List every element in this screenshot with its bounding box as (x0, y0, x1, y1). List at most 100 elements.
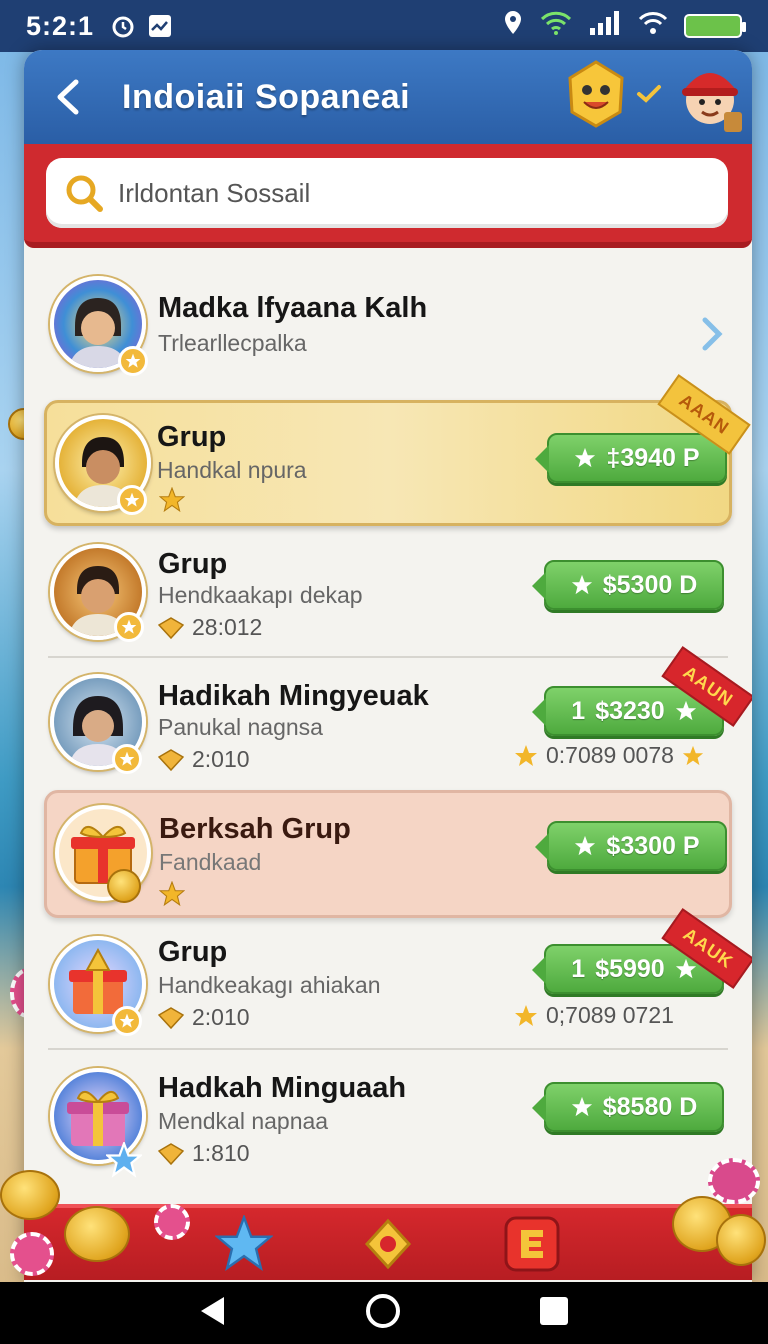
row-name: Grup (158, 936, 228, 968)
mascot-icon (564, 58, 628, 133)
system-home-button[interactable] (364, 1292, 402, 1335)
star-icon (159, 881, 185, 907)
row-meta: 1:810 (158, 1140, 250, 1167)
gem-icon (158, 748, 184, 771)
activity-icon (148, 14, 172, 38)
menu-e-icon (504, 1216, 560, 1272)
back-triangle-icon (201, 1296, 224, 1325)
list-item-featured[interactable]: Berksah Grup Fandkaad $3300 P (44, 790, 732, 918)
row-meta-right-value: 0;7089 0721 (546, 1002, 674, 1028)
coin-icon (0, 1170, 60, 1220)
reward-label: $3230 (595, 696, 665, 725)
map-pin-icon (364, 1218, 412, 1270)
star-badge-icon (112, 744, 142, 774)
list-item[interactable]: Hadkah Minguaah Mendkal napnaa 1:810 $85… (24, 1054, 752, 1184)
system-nav-bar (0, 1282, 768, 1344)
coin-icon (64, 1206, 130, 1262)
star-icon (515, 1004, 537, 1026)
nav-menu-button[interactable] (500, 1212, 564, 1276)
system-recents-button[interactable] (538, 1295, 570, 1332)
reward-button[interactable]: $3300 P (535, 821, 727, 871)
row-subtitle: Trlearllecpalka (158, 330, 307, 356)
row-meta: 28:012 (158, 614, 262, 641)
row-subtitle: Handkal npura (157, 457, 307, 483)
row-meta: 2:010 (158, 1004, 250, 1031)
star-icon (575, 835, 596, 856)
list-item[interactable]: Grup Hendkaakapı dekap 28:012 $5300 D (24, 534, 752, 656)
search-bar-container: Irldontan Sossail (24, 144, 752, 248)
star-icon (571, 1096, 592, 1117)
home-icon (366, 1293, 400, 1328)
battery-icon (684, 14, 746, 38)
row-name: Madka lfyaana Kalh (158, 292, 428, 324)
list-item[interactable]: Grup Handkeakagı ahiakan 2:010 1 $5990 0… (24, 922, 752, 1048)
star-badge-icon (114, 612, 144, 642)
list-item-featured[interactable]: Grup Handkal npura ‡3940 P (44, 400, 732, 526)
list-item[interactable]: Hadikah Mingyeuak Panukal nagnsa 2:010 1… (24, 662, 752, 788)
star-icon (215, 1215, 273, 1272)
chip-icon (154, 1204, 190, 1240)
reward-label: $8580 D (602, 1092, 698, 1121)
coin-icon (107, 869, 141, 903)
star-icon (575, 447, 596, 468)
divider (48, 1048, 728, 1050)
search-input[interactable]: Irldontan Sossail (46, 158, 728, 228)
bottom-nav (24, 1204, 752, 1280)
row-subtitle: Fandkaad (159, 849, 262, 875)
row-subtitle: Mendkal napnaa (158, 1108, 329, 1134)
reward-button[interactable]: $5300 D (532, 560, 724, 610)
star-icon (571, 574, 592, 595)
divider (48, 656, 728, 658)
chevron-right-icon[interactable] (700, 316, 724, 352)
row-meta-value: 1:810 (192, 1140, 250, 1166)
reward-button[interactable]: $8580 D (532, 1082, 724, 1132)
recents-icon (540, 1296, 568, 1325)
star-badge-icon (112, 1006, 142, 1036)
gem-icon (158, 616, 184, 639)
row-meta: 2:010 (158, 746, 250, 773)
star-badge-icon (106, 1142, 142, 1178)
star-icon (159, 487, 185, 513)
reward-prefix: 1 (571, 954, 586, 983)
search-icon (66, 175, 103, 212)
system-back-button[interactable] (198, 1295, 228, 1332)
reward-label: $5300 D (602, 570, 698, 599)
star-badge-icon (117, 485, 147, 515)
star-badge-icon (118, 346, 148, 376)
reward-label: ‡3940 P (606, 443, 700, 472)
main-panel: Indoiaii Sopaneai Irldontan Sossail Madk… (24, 50, 752, 1282)
row-meta-value: 2:010 (192, 1004, 250, 1030)
reward-label: $5990 (595, 954, 665, 983)
nav-star-button[interactable] (212, 1212, 276, 1276)
profile-avatar[interactable] (674, 56, 746, 141)
star-icon (682, 745, 703, 765)
row-name: Hadikah Mingyeuak (158, 680, 429, 712)
row-name: Hadkah Minguaah (158, 1072, 407, 1104)
status-time: 5:2:1 (26, 10, 95, 41)
reward-label: $3300 P (606, 831, 700, 860)
row-subtitle: Handkeakagı ahiakan (158, 972, 381, 998)
wifi-icon (540, 11, 572, 42)
back-button[interactable] (48, 77, 88, 117)
row-meta-right: 0:7089 0078 (514, 742, 704, 769)
row-meta-right: 0;7089 0721 (514, 1002, 674, 1029)
row-name: Grup (158, 548, 228, 580)
nav-map-button[interactable] (356, 1212, 420, 1276)
row-name: Grup (157, 421, 227, 453)
gem-icon (158, 1006, 184, 1029)
checkmark-icon (636, 84, 662, 109)
app-header: Indoiaii Sopaneai (24, 50, 752, 144)
row-meta-value: 28:012 (192, 614, 263, 640)
back-icon (57, 79, 79, 115)
reward-button[interactable]: ‡3940 P (535, 433, 727, 483)
row-meta-value: 2:010 (192, 746, 250, 772)
alarm-icon (110, 13, 136, 39)
row-name: Berksah Grup (159, 813, 351, 845)
star-icon (515, 744, 537, 766)
page-title: Indoiaii Sopaneai (122, 77, 411, 116)
location-icon (502, 10, 524, 43)
list-item[interactable]: Madka lfyaana Kalh Trlearllecpalka (24, 260, 752, 410)
star-icon (675, 700, 696, 721)
row-subtitle: Hendkaakapı dekap (158, 582, 363, 608)
status-bar: 5:2:1 (0, 0, 768, 52)
